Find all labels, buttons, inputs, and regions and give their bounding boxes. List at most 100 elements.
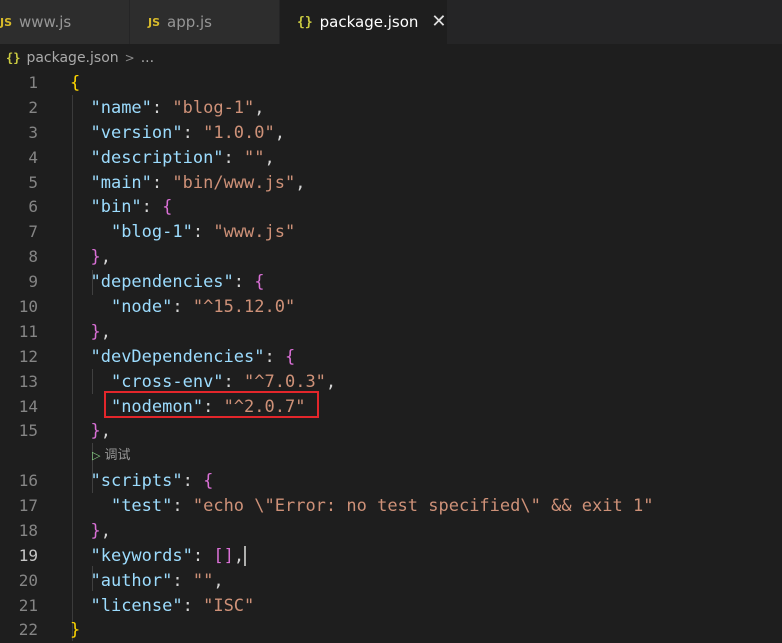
json-key: "description" xyxy=(90,147,224,168)
code-line: 5 "main": "bin/www.js", xyxy=(0,171,782,196)
brace: } xyxy=(90,247,101,268)
chevron-right-icon: > xyxy=(124,51,135,65)
breadcrumb-more[interactable]: ... xyxy=(141,50,154,66)
json-string: "echo \"Error: no test specified\" && ex… xyxy=(192,495,654,516)
json-string: "bin/www.js" xyxy=(172,172,296,193)
brace: { xyxy=(254,272,265,293)
line-number: 2 xyxy=(28,97,38,117)
brace: } xyxy=(90,520,101,541)
javascript-file-icon: JS xyxy=(0,15,13,29)
tab-package-json[interactable]: {} package.json ✕ xyxy=(280,0,448,44)
code-line: 7 "blog-1": "www.js" xyxy=(0,220,782,245)
code-line: 10 "node": "^15.12.0" xyxy=(0,295,782,320)
json-array: [] xyxy=(213,545,234,566)
json-key: "dependencies" xyxy=(90,272,234,293)
json-key: "bin" xyxy=(90,197,142,218)
brace: { xyxy=(162,197,173,218)
code-line: 22 } xyxy=(0,618,782,643)
brace: } xyxy=(90,421,101,442)
code-editor[interactable]: 1 { 2 "name": "blog-1", 3 "version": "1.… xyxy=(0,71,782,643)
line-number: 15 xyxy=(18,421,38,441)
line-number: 3 xyxy=(28,122,38,142)
json-key: "cross-env" xyxy=(110,371,224,392)
line-number: 12 xyxy=(18,346,38,366)
line-number: 4 xyxy=(28,147,38,167)
code-line: 3 "version": "1.0.0", xyxy=(0,121,782,146)
code-line: 15 }, xyxy=(0,419,782,444)
line-number: 16 xyxy=(18,471,38,491)
line-number: 22 xyxy=(18,620,38,640)
line-number: 7 xyxy=(28,222,38,242)
json-key: "keywords" xyxy=(90,545,193,566)
json-string: "" xyxy=(192,570,214,591)
line-number: 1 xyxy=(28,73,38,92)
code-line: 8 }, xyxy=(0,245,782,270)
tab-app-js[interactable]: JS app.js xyxy=(130,0,280,44)
line-number: 17 xyxy=(18,495,38,515)
code-line: 2 "name": "blog-1", xyxy=(0,96,782,121)
code-line: 6 "bin": { xyxy=(0,195,782,220)
tab-www-js[interactable]: JS www.js xyxy=(0,0,130,44)
breadcrumb-file[interactable]: package.json xyxy=(26,50,118,66)
javascript-file-icon: JS xyxy=(148,15,161,29)
line-number: 21 xyxy=(18,595,38,615)
code-line: 13 "cross-env": "^7.0.3", xyxy=(0,370,782,395)
json-string: "www.js" xyxy=(213,222,296,243)
codelens-row: ▷ 调试 xyxy=(0,444,782,469)
brace: { xyxy=(70,73,81,93)
line-number: 11 xyxy=(18,321,38,341)
code-line: 12 "devDependencies": { xyxy=(0,345,782,370)
line-number: 20 xyxy=(18,570,38,590)
line-number: 13 xyxy=(18,371,38,391)
close-icon[interactable]: ✕ xyxy=(431,13,446,31)
json-file-icon: {} xyxy=(6,51,21,65)
line-number: 14 xyxy=(18,396,38,416)
json-string: "ISC" xyxy=(203,595,255,616)
json-file-icon: {} xyxy=(297,14,313,30)
tab-label: package.json xyxy=(319,13,419,31)
code-line: 4 "description": "", xyxy=(0,146,782,171)
json-key: "name" xyxy=(90,97,152,118)
json-string: "^2.0.7" xyxy=(223,396,306,417)
json-key: "node" xyxy=(110,297,173,318)
json-key: "version" xyxy=(90,122,183,143)
json-key: "blog-1" xyxy=(110,222,193,243)
code-line: 16 "scripts": { xyxy=(0,469,782,494)
code-line: 21 "license": "ISC" xyxy=(0,594,782,619)
json-key: "devDependencies" xyxy=(90,346,265,367)
code-line: 18 }, xyxy=(0,519,782,544)
json-string: "^15.12.0" xyxy=(192,297,296,318)
tab-label: app.js xyxy=(167,13,213,31)
json-string: "blog-1" xyxy=(172,97,255,118)
line-number: 5 xyxy=(28,172,38,192)
line-number: 10 xyxy=(18,297,38,317)
tab-bar: JS www.js JS app.js {} package.json ✕ xyxy=(0,0,782,45)
tab-label: www.js xyxy=(19,13,72,31)
tab-bar-empty xyxy=(448,0,782,44)
json-key: "test" xyxy=(110,495,173,516)
code-line: 11 }, xyxy=(0,320,782,345)
brace: } xyxy=(90,321,101,342)
line-number: 8 xyxy=(28,247,38,267)
line-number: 19 xyxy=(18,545,38,565)
debug-codelens[interactable]: ▷ 调试 xyxy=(92,444,130,469)
breadcrumb: {} package.json > ... xyxy=(0,45,782,71)
json-key: "scripts" xyxy=(90,471,183,492)
json-key: "license" xyxy=(90,595,183,616)
code-line: 1 { xyxy=(0,71,782,96)
brace: { xyxy=(203,471,214,492)
code-line: 20 "author": "", xyxy=(0,569,782,594)
json-key: "nodemon" xyxy=(110,396,204,417)
json-key: "main" xyxy=(90,172,152,193)
line-number: 6 xyxy=(28,197,38,217)
code-line: 17 "test": "echo \"Error: no test specif… xyxy=(0,494,782,519)
json-string: "^7.0.3" xyxy=(244,371,326,392)
code-line: 14 "nodemon": "^2.0.7" xyxy=(0,395,782,420)
code-line: 9 "dependencies": { xyxy=(0,270,782,295)
json-key: "author" xyxy=(90,570,173,591)
debug-label: 调试 xyxy=(104,448,131,464)
text-cursor xyxy=(244,545,247,566)
line-number: 9 xyxy=(28,272,38,292)
play-icon: ▷ xyxy=(92,449,101,463)
code-line-current: 19 "keywords": [], xyxy=(0,544,782,569)
